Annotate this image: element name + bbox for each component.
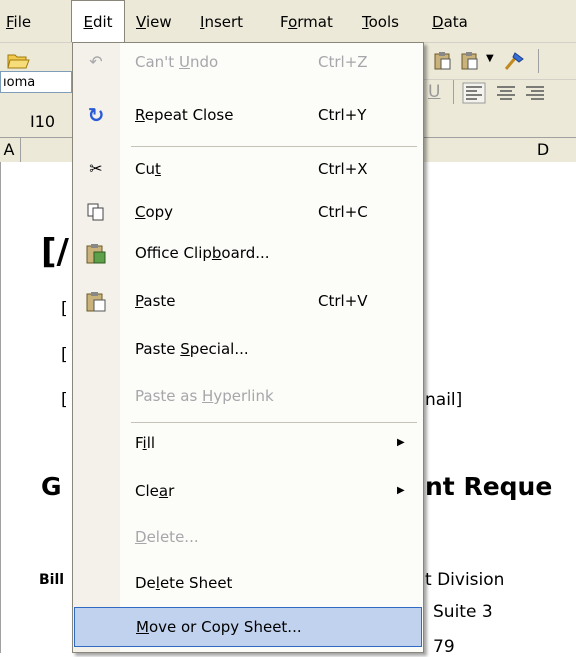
menu-bar: File Edit View Insert Format Tools Data: [0, 0, 576, 43]
menu-item-move-copy-sheet[interactable]: Move or Copy Sheet...: [74, 607, 422, 647]
name-box[interactable]: I10: [0, 110, 70, 134]
menu-item-label: Clear: [135, 482, 175, 500]
menu-item-delete[interactable]: Delete...: [73, 518, 423, 556]
clipboard-icon: [85, 243, 107, 264]
menu-item-label: Copy: [135, 203, 174, 221]
column-header-a[interactable]: A: [2, 138, 16, 162]
menu-separator: [131, 146, 417, 147]
menu-item-label: Paste: [135, 292, 176, 310]
menu-item-label: Delete Sheet: [135, 574, 233, 592]
cell-email: nail]: [425, 390, 463, 410]
format-painter-icon[interactable]: [502, 49, 526, 73]
cell-suite: Suite 3: [433, 602, 493, 622]
font-name-box[interactable]: ıoma: [0, 71, 72, 93]
cell-division: t Division: [425, 570, 505, 590]
menu-item-label: Can't Undo: [135, 53, 219, 71]
cell-bracket-3: [: [61, 390, 68, 410]
menu-item-label: Cut: [135, 160, 161, 178]
align-center-icon[interactable]: [494, 82, 518, 104]
menu-item-cut[interactable]: ✂ Cut Ctrl+X: [73, 150, 423, 188]
menu-format[interactable]: Format: [280, 10, 333, 34]
menu-item-office-clipboard[interactable]: Office Clipboard...: [73, 234, 423, 272]
cell-zip: 79: [433, 637, 455, 657]
paste-dropdown-icon[interactable]: [461, 51, 483, 71]
underline-icon[interactable]: U: [428, 82, 440, 102]
menu-item-paste-hyperlink[interactable]: Paste as Hyperlink: [73, 377, 423, 415]
menu-insert[interactable]: Insert: [200, 10, 243, 34]
menu-item-label: Move or Copy Sheet...: [136, 618, 302, 636]
cell-bracket-1: [: [61, 299, 68, 319]
menu-item-undo[interactable]: ↶ Can't Undo Ctrl+Z: [73, 43, 423, 81]
open-folder-icon[interactable]: [6, 49, 30, 71]
edit-menu: ↶ Can't Undo Ctrl+Z ↻ Repeat Close Ctrl+…: [72, 42, 424, 653]
menu-item-label: Repeat Close: [135, 106, 234, 124]
menu-item-delete-sheet[interactable]: Delete Sheet: [73, 564, 423, 602]
menu-item-label: Fill: [135, 434, 156, 452]
menu-item-label: Paste as Hyperlink: [135, 387, 274, 405]
toolbar-divider: [453, 80, 454, 104]
submenu-arrow-icon: ▶: [397, 485, 405, 496]
cell-heading-right: nt Reque: [425, 472, 553, 501]
menu-file[interactable]: File: [6, 10, 31, 34]
menu-tools[interactable]: Tools: [362, 10, 399, 34]
menu-item-repeat-close[interactable]: ↻ Repeat Close Ctrl+Y: [73, 96, 423, 134]
submenu-arrow-icon: ▶: [397, 437, 405, 448]
menu-item-label: Office Clipboard...: [135, 244, 270, 262]
align-right-icon[interactable]: [523, 82, 547, 104]
cell-bracket-2: [: [61, 345, 68, 365]
menu-data[interactable]: Data: [432, 10, 468, 34]
paste-toolbar-icon[interactable]: [433, 51, 453, 71]
menu-view[interactable]: View: [136, 10, 172, 34]
menu-item-shortcut: Ctrl+C: [318, 203, 368, 221]
menu-item-shortcut: Ctrl+X: [318, 160, 368, 178]
undo-icon: ↶: [89, 52, 103, 71]
menu-item-label: Paste Special...: [135, 340, 249, 358]
menu-separator: [131, 422, 417, 423]
menu-item-shortcut: Ctrl+V: [318, 292, 368, 310]
menu-item-paste-special[interactable]: Paste Special...: [73, 330, 423, 368]
cell-bracket-title: [/: [41, 232, 69, 272]
menu-item-paste[interactable]: Paste Ctrl+V: [73, 282, 423, 320]
menu-item-shortcut: Ctrl+Y: [318, 106, 367, 124]
menu-item-copy[interactable]: Copy Ctrl+C: [73, 193, 423, 231]
cell-heading-left: G: [41, 472, 62, 501]
align-left-icon[interactable]: [462, 82, 486, 104]
column-divider: [20, 138, 21, 162]
cell-bill-label: Bill: [39, 572, 65, 588]
menu-edit[interactable]: Edit: [71, 0, 125, 42]
toolbar-divider: [538, 49, 539, 73]
menu-item-clear[interactable]: Clear ▶: [73, 472, 423, 510]
scissors-icon: ✂: [89, 159, 103, 178]
copy-icon: [85, 202, 107, 222]
column-header-d[interactable]: D: [533, 138, 553, 162]
menu-item-label: Delete...: [135, 528, 199, 546]
menu-item-fill[interactable]: Fill ▶: [73, 424, 423, 462]
chevron-down-icon[interactable]: ▼: [486, 53, 494, 64]
menu-item-shortcut: Ctrl+Z: [318, 53, 368, 71]
paste-icon: [85, 291, 107, 312]
repeat-icon: ↻: [87, 103, 105, 127]
